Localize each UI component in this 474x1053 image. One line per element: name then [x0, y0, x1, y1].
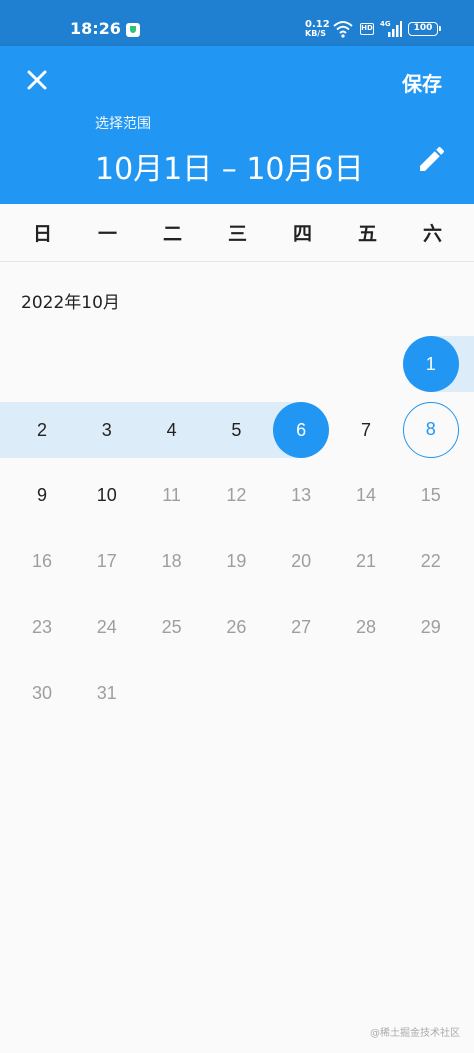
calendar-day-31: 31 [96, 682, 117, 703]
picker-subtitle: 选择范围 [95, 116, 151, 132]
selected-range-text: 10月1日 – 10月6日 [95, 152, 364, 187]
network-speed: 0.12 KB/S [305, 19, 330, 39]
calendar-day-25: 25 [161, 616, 182, 637]
weekday-label: 五 [357, 223, 377, 245]
calendar-day-13: 13 [291, 485, 312, 506]
calendar-day-26: 26 [226, 616, 247, 637]
weekday-label: 六 [422, 223, 442, 245]
close-button[interactable] [20, 63, 54, 97]
calendar-day-27: 27 [291, 616, 312, 637]
calendar-day-16: 16 [31, 551, 53, 572]
date-range-picker-header: 保存 选择范围 10月1日 – 10月6日 [0, 46, 474, 204]
signal-icon: 4G [380, 20, 402, 38]
hd-voice-icon: HD [360, 23, 374, 35]
weekday-header-row: 日一二三四五六 [0, 204, 474, 262]
calendar-day-28: 28 [355, 616, 377, 637]
battery-icon: 100 [408, 22, 441, 36]
calendar-day-15: 15 [420, 485, 441, 506]
status-time: 18:26 [70, 19, 121, 38]
wifi-icon [333, 21, 353, 38]
calendar-day-30: 30 [31, 682, 53, 703]
calendar-day-8[interactable]: 8 [402, 401, 459, 458]
calendar-day-3[interactable]: 3 [79, 402, 135, 458]
network-speed-value: 0.12 [305, 19, 330, 30]
calendar-day-12: 12 [226, 485, 247, 506]
watermark: @稀土掘金技术社区 [370, 1028, 460, 1039]
calendar-day-29: 29 [420, 616, 441, 637]
save-button[interactable]: 保存 [402, 68, 442, 97]
calendar-day-23: 23 [31, 616, 53, 637]
calendar-day-4[interactable]: 4 [144, 402, 200, 458]
weekday-label: 二 [162, 223, 182, 245]
calendar-day-18: 18 [161, 551, 182, 572]
weekday-label: 一 [97, 223, 117, 245]
calendar-day-20: 20 [291, 551, 312, 572]
calendar-day-5[interactable]: 5 [208, 402, 264, 458]
weekday-label: 日 [32, 223, 52, 245]
calendar-day-6[interactable]: 6 [273, 401, 330, 458]
weekday-label: 三 [227, 223, 247, 245]
calendar-day-17: 17 [96, 551, 117, 572]
calendar-day-9[interactable]: 9 [14, 467, 70, 523]
calendar-day-7[interactable]: 7 [338, 402, 394, 458]
calendar-day-21: 21 [355, 551, 377, 572]
weekday-label: 四 [292, 223, 312, 245]
calendar-day-10[interactable]: 10 [79, 467, 135, 523]
calendar-day-2[interactable]: 2 [14, 402, 70, 458]
calendar-day-11: 11 [162, 485, 181, 506]
edit-button[interactable] [416, 143, 448, 175]
calendar-day-14: 14 [355, 485, 377, 506]
calendar-day-24: 24 [96, 616, 117, 637]
calendar-day-22: 22 [420, 551, 441, 572]
pencil-icon [420, 146, 445, 171]
calendar-day-1[interactable]: 1 [402, 336, 459, 392]
month-label: 2022年10月 [21, 293, 120, 313]
network-speed-unit: KB/S [305, 29, 326, 38]
calendar-day-19: 19 [226, 551, 247, 572]
security-shield-icon [126, 23, 140, 37]
status-bar: 18:26 0.12 KB/S HD 4G 100 [0, 0, 474, 46]
close-icon [27, 70, 47, 90]
